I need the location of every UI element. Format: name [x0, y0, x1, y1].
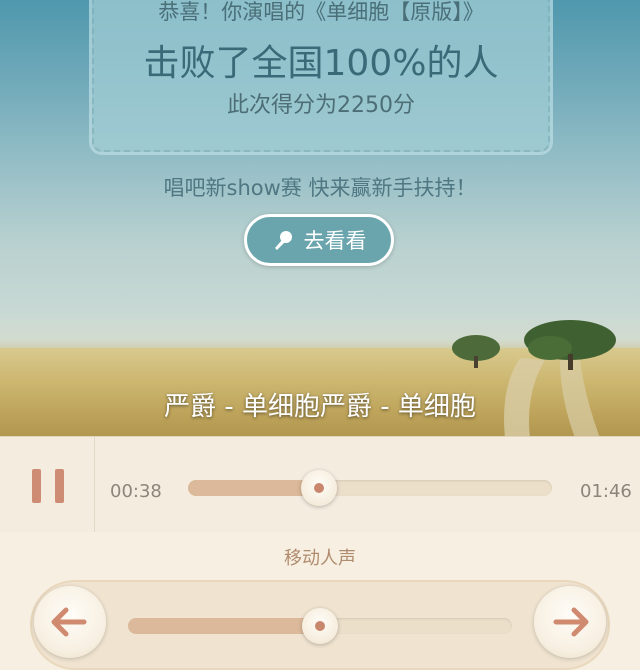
- elapsed-time: 00:38: [110, 481, 162, 502]
- vocal-offset-fill: [128, 618, 320, 634]
- tree-small: [452, 335, 500, 368]
- congrats-text: 恭喜！你演唱的《单细胞【原版】》: [158, 0, 484, 24]
- promo-text: 唱吧新show赛 快来赢新手扶持！: [163, 176, 477, 200]
- vocal-left-button[interactable]: [34, 586, 106, 658]
- pause-icon-bar: [55, 469, 64, 503]
- pause-icon: [32, 469, 41, 503]
- move-vocal-label: 移动人声: [284, 548, 356, 569]
- vocal-right-button[interactable]: [534, 586, 606, 658]
- pause-button[interactable]: [0, 437, 95, 533]
- beat-percentage-text: 击败了全国100%的人: [143, 43, 499, 84]
- vocal-slider-thumb[interactable]: [302, 608, 338, 644]
- microphone-icon: [274, 231, 292, 250]
- playback-slider-thumb[interactable]: [301, 470, 338, 506]
- playback-progress-fill: [188, 480, 320, 496]
- total-time: 01:46: [580, 481, 632, 502]
- result-banner: 恭喜！你演唱的《单细胞【原版】》 击败了全国100%的人 此次得分为2250分 …: [0, 0, 640, 436]
- go-see-label: 去看看: [303, 229, 367, 253]
- go-see-button[interactable]: 去看看: [244, 214, 394, 266]
- playback-progress-slider[interactable]: [188, 480, 552, 496]
- score-text: 此次得分为2250分: [227, 93, 415, 118]
- score-card: 恭喜！你演唱的《单细胞【原版】》 击败了全国100%的人 此次得分为2250分: [92, 0, 550, 152]
- arrow-right-icon: [553, 607, 589, 637]
- song-title: 严爵 - 单细胞严爵 - 单细胞: [164, 392, 476, 422]
- arrow-left-icon: [51, 607, 87, 637]
- tree-large: [524, 320, 616, 370]
